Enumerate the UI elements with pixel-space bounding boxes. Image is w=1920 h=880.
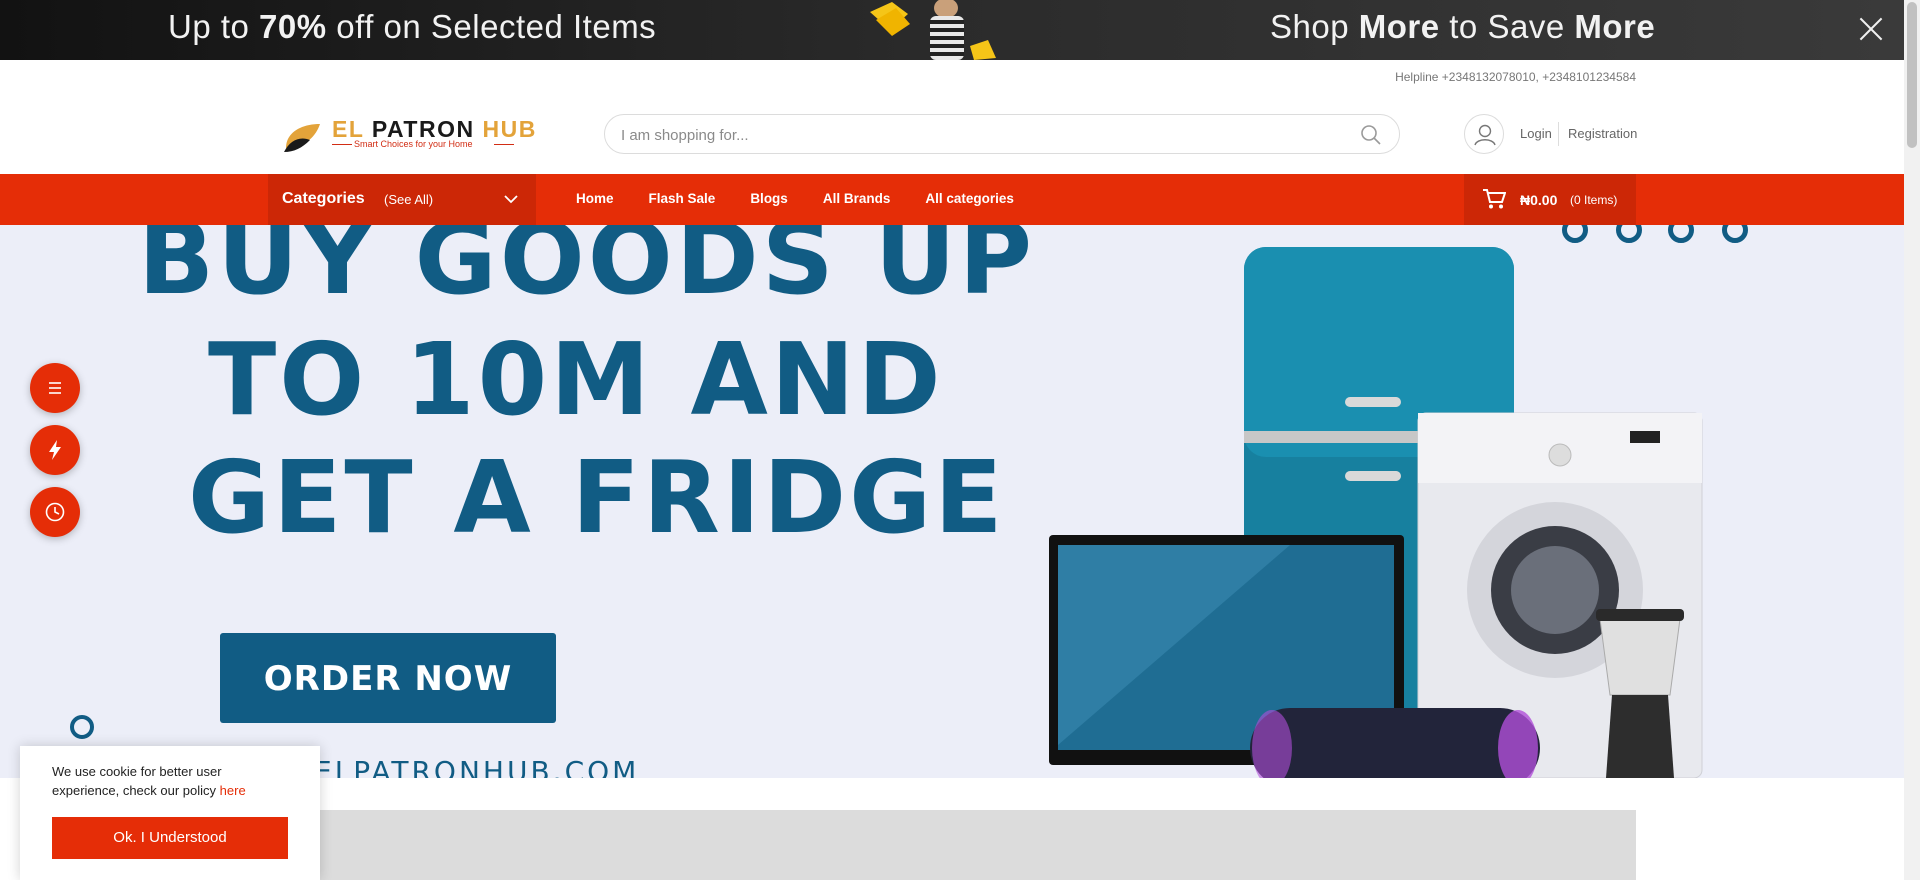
hero-headline-line-3: GET A FRIDGE [188,439,1006,556]
menu-glyph [49,382,61,394]
login-link[interactable]: Login [1520,126,1552,141]
cookie-accept-button[interactable]: Ok. I Understood [52,817,288,859]
nav-blogs[interactable]: Blogs [750,191,788,206]
search-input[interactable] [621,124,1321,146]
nav-all-categories[interactable]: All categories [925,191,1014,206]
site-logo[interactable]: EL PATRON HUB Smart Choices for your Hom… [280,114,535,158]
nav-flash-sale[interactable]: Flash Sale [649,191,716,206]
main-nav-bar: Categories (See All) Home Flash Sale Blo… [0,174,1904,225]
account-divider [1558,122,1559,146]
clock-glyph [45,502,65,522]
hero-site-url: ELPATRONHUB.COM [314,755,640,778]
user-avatar-glyph [1474,124,1496,146]
shopping-woman-image [870,0,996,60]
cart-icon [1483,189,1506,209]
nav-all-brands[interactable]: All Brands [823,191,891,206]
nav-links: Home Flash Sale Blogs All Brands All cat… [576,191,1014,206]
hero-headline-line-1: BUY GOODS UP [138,225,1036,317]
search-bar[interactable] [604,114,1400,154]
promo-banner[interactable]: Up to 70% off on Selected Items Shop Mor… [0,0,1904,60]
see-all-label: (See All) [384,192,434,207]
logo-tagline: Smart Choices for your Home [354,139,473,149]
flash-glyph [49,440,61,460]
clock-icon[interactable] [30,487,80,537]
menu-icon[interactable] [30,363,80,413]
search-icon[interactable] [1359,123,1383,147]
decor-ring-icon [70,715,94,739]
cart-item-count: (0 Items) [1570,193,1618,207]
cart-button[interactable]: ₦0.00 (0 Items) [1464,174,1636,225]
order-now-label: ORDER NOW [263,659,513,699]
hero-headline-line-2: TO 10M AND [208,321,944,438]
cookie-message: We use cookie for better user experience… [52,764,246,798]
scrollbar-thumb[interactable] [1907,2,1917,148]
content-placeholder [268,810,1636,880]
categories-dropdown[interactable]: Categories (See All) [268,174,536,225]
flash-icon[interactable] [30,425,80,475]
cart-amount: ₦0.00 [1520,192,1558,208]
order-now-button[interactable]: ORDER NOW [220,633,556,723]
appliances-image [1049,247,1703,778]
hero-banner[interactable]: BUY GOODS UP TO 10M AND GET A FRIDGE ORD… [0,225,1904,778]
cookie-consent-popup: We use cookie for better user experience… [20,746,320,880]
page-scrollbar[interactable] [1904,0,1920,880]
chevron-down-icon [504,195,518,204]
close-icon[interactable] [1856,14,1886,44]
registration-link[interactable]: Registration [1568,126,1637,141]
logo-leaf-icon [284,124,320,152]
promo-right-text: Shop More to Save More [1270,8,1656,45]
nav-home[interactable]: Home [576,191,614,206]
promo-left-text: Up to 70% off on Selected Items [168,8,657,45]
user-icon[interactable] [1464,114,1504,154]
cookie-policy-link[interactable]: here [220,783,246,798]
helpline-text: Helpline +2348132078010, +2348101234584 [1395,70,1636,84]
logo-divider [494,144,514,145]
logo-divider [332,144,352,145]
categories-label: Categories [282,190,365,207]
